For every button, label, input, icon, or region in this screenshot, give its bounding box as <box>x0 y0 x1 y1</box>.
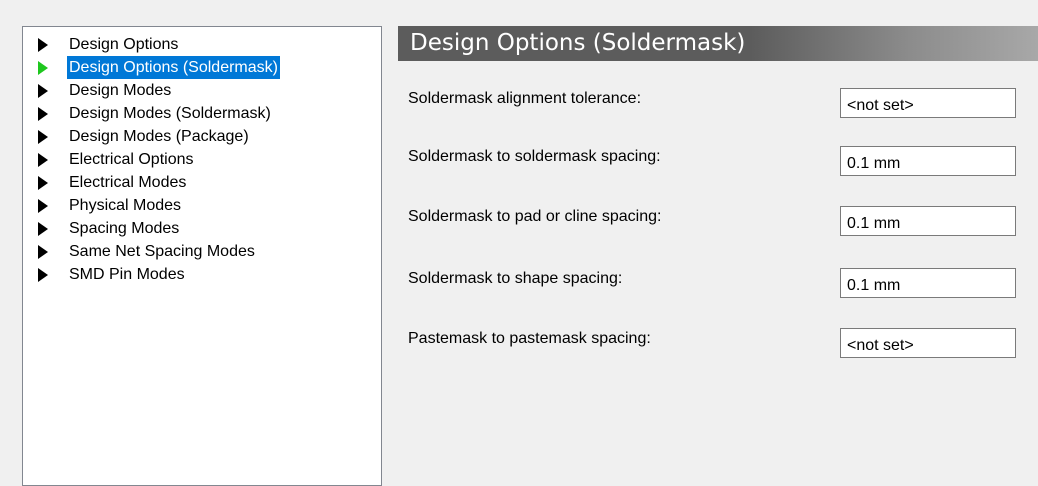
triangle-right-icon <box>38 222 48 236</box>
tree-item-same-net-spacing-modes[interactable]: Same Net Spacing Modes <box>23 240 381 263</box>
alignment-tolerance-label: Soldermask alignment tolerance: <box>408 90 642 107</box>
tree-item-design-options-soldermask[interactable]: Design Options (Soldermask) <box>23 56 381 79</box>
tree-item-label: Design Modes (Package) <box>69 128 249 145</box>
soldermask-spacing-input[interactable] <box>840 146 1016 176</box>
page-title: Design Options (Soldermask) <box>410 30 746 56</box>
shape-spacing-label: Soldermask to shape spacing: <box>408 270 623 287</box>
tree-item-design-modes-soldermask[interactable]: Design Modes (Soldermask) <box>23 102 381 125</box>
tree-item-label: Design Modes <box>69 82 172 99</box>
triangle-right-icon <box>38 130 48 144</box>
options-tree[interactable]: Design Options Design Options (Soldermas… <box>22 26 382 486</box>
field-row-soldermask-spacing: Soldermask to soldermask spacing: <box>398 146 1038 176</box>
field-row-alignment-tolerance: Soldermask alignment tolerance: <box>398 88 1038 118</box>
tree-item-label: Electrical Modes <box>69 174 187 191</box>
pastemask-spacing-label: Pastemask to pastemask spacing: <box>408 330 651 347</box>
triangle-right-icon <box>38 38 48 52</box>
triangle-right-icon <box>38 61 48 75</box>
field-row-pad-cline-spacing: Soldermask to pad or cline spacing: <box>398 206 1038 236</box>
pad-cline-spacing-label: Soldermask to pad or cline spacing: <box>408 208 662 225</box>
tree-item-label: Electrical Options <box>69 151 194 168</box>
tree-item-design-modes-package[interactable]: Design Modes (Package) <box>23 125 381 148</box>
tree-item-label: Design Options (Soldermask) <box>67 56 280 79</box>
tree-item-label: SMD Pin Modes <box>69 266 185 283</box>
tree-item-smd-pin-modes[interactable]: SMD Pin Modes <box>23 263 381 286</box>
shape-spacing-input[interactable] <box>840 268 1016 298</box>
tree-item-label: Spacing Modes <box>69 220 180 237</box>
tree-item-label: Same Net Spacing Modes <box>69 243 255 260</box>
triangle-right-icon <box>38 153 48 167</box>
triangle-right-icon <box>38 84 48 98</box>
tree-item-design-options[interactable]: Design Options <box>23 33 381 56</box>
content-header: Design Options (Soldermask) <box>398 26 1038 61</box>
tree-item-spacing-modes[interactable]: Spacing Modes <box>23 217 381 240</box>
pastemask-spacing-input[interactable] <box>840 328 1016 358</box>
tree-item-design-modes[interactable]: Design Modes <box>23 79 381 102</box>
triangle-right-icon <box>38 199 48 213</box>
options-tree-list: Design Options Design Options (Soldermas… <box>23 33 381 286</box>
tree-item-electrical-modes[interactable]: Electrical Modes <box>23 171 381 194</box>
pad-cline-spacing-input[interactable] <box>840 206 1016 236</box>
field-row-pastemask-spacing: Pastemask to pastemask spacing: <box>398 328 1038 358</box>
triangle-right-icon <box>38 176 48 190</box>
tree-item-label: Design Modes (Soldermask) <box>69 105 271 122</box>
alignment-tolerance-input[interactable] <box>840 88 1016 118</box>
tree-item-electrical-options[interactable]: Electrical Options <box>23 148 381 171</box>
tree-item-label: Physical Modes <box>69 197 182 214</box>
triangle-right-icon <box>38 245 48 259</box>
soldermask-spacing-label: Soldermask to soldermask spacing: <box>408 148 661 165</box>
triangle-right-icon <box>38 107 48 121</box>
triangle-right-icon <box>38 268 48 282</box>
field-row-shape-spacing: Soldermask to shape spacing: <box>398 268 1038 298</box>
options-content-panel: Design Options (Soldermask) Soldermask a… <box>398 26 1038 470</box>
tree-item-physical-modes[interactable]: Physical Modes <box>23 194 381 217</box>
tree-item-label: Design Options <box>69 36 179 53</box>
